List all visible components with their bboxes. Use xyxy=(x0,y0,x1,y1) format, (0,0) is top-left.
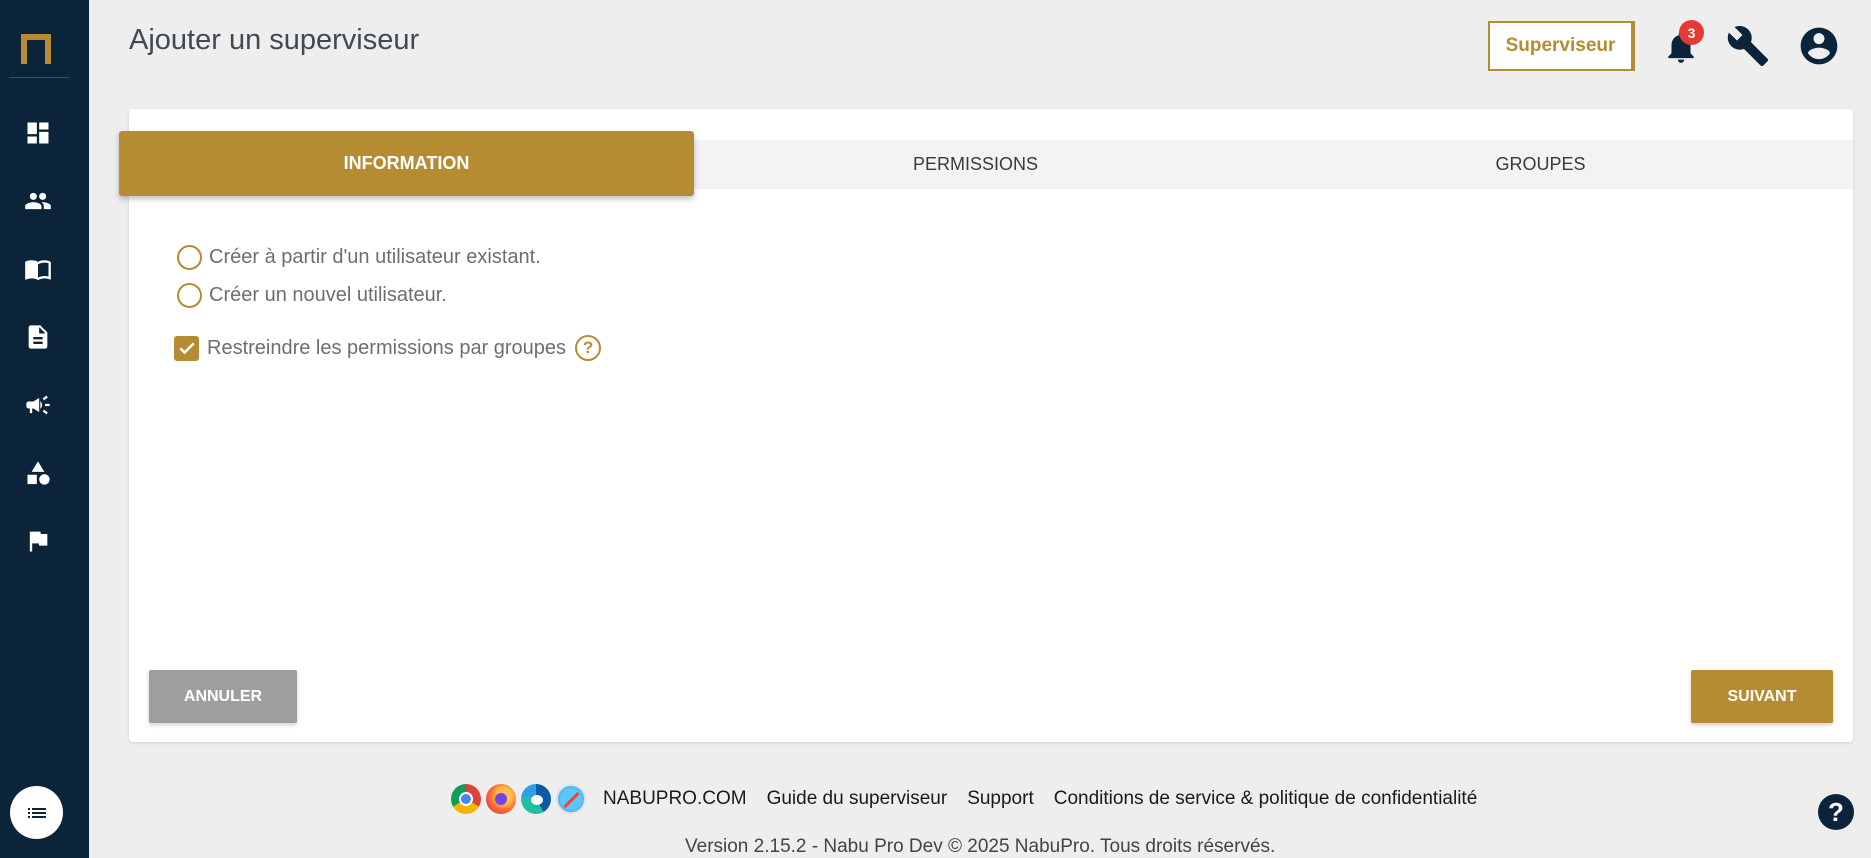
radio-existing-user[interactable]: Créer à partir d'un utilisateur existant… xyxy=(177,245,541,270)
settings-button[interactable] xyxy=(1726,24,1770,68)
next-button[interactable]: SUIVANT xyxy=(1691,670,1833,723)
restrict-permissions-row: Restreindre les permissions par groupes … xyxy=(174,335,602,361)
shapes-icon xyxy=(27,461,50,485)
footer-link-terms[interactable]: Conditions de service & politique de con… xyxy=(1054,788,1478,810)
wrench-icon xyxy=(1727,26,1769,67)
page-title: Ajouter un superviseur xyxy=(129,24,420,56)
flag-icon xyxy=(29,531,48,552)
sidebar-item-users[interactable] xyxy=(22,185,54,217)
radio-label: Créer un nouvel utilisateur. xyxy=(209,284,447,306)
document-icon xyxy=(28,325,48,349)
users-icon xyxy=(25,192,51,210)
sidebar xyxy=(0,0,89,858)
account-circle-icon xyxy=(1800,27,1838,65)
cancel-button[interactable]: ANNULER xyxy=(149,670,297,723)
tab-groupes[interactable]: GROUPES xyxy=(1258,140,1823,189)
safari-icon xyxy=(556,784,586,814)
restrict-permissions-label: Restreindre les permissions par groupes xyxy=(207,336,567,359)
logo[interactable] xyxy=(19,28,59,68)
sidebar-item-dashboard[interactable] xyxy=(22,117,54,149)
sidebar-item-shapes[interactable] xyxy=(22,457,54,489)
sidebar-item-book[interactable] xyxy=(22,253,54,285)
list-icon xyxy=(27,807,46,818)
book-icon xyxy=(25,260,51,281)
help-icon[interactable]: ? xyxy=(575,335,602,361)
dashboard-icon xyxy=(27,122,49,144)
restrict-permissions-checkbox[interactable] xyxy=(174,335,199,361)
campaign-icon xyxy=(26,395,50,415)
radio-button[interactable] xyxy=(177,245,202,270)
footer-links: NABUPRO.COM Guide du superviseur Support… xyxy=(451,782,1477,816)
checkmark-icon xyxy=(178,342,195,355)
menu-toggle-button[interactable] xyxy=(10,786,63,839)
help-button[interactable]: ? xyxy=(1818,794,1854,830)
account-button[interactable] xyxy=(1797,24,1841,68)
radio-label: Créer à partir d'un utilisateur existant… xyxy=(209,246,541,268)
role-button[interactable]: Superviseur xyxy=(1488,21,1635,71)
tab-information[interactable]: INFORMATION xyxy=(119,131,694,196)
radio-new-user[interactable]: Créer un nouvel utilisateur. xyxy=(177,283,447,308)
sidebar-item-flags[interactable] xyxy=(22,525,54,557)
chrome-icon xyxy=(451,784,481,814)
edge-icon xyxy=(521,784,551,814)
radio-button[interactable] xyxy=(177,283,202,308)
footer-link-support[interactable]: Support xyxy=(967,788,1034,810)
sidebar-item-campaigns[interactable] xyxy=(22,389,54,421)
footer-link-guide[interactable]: Guide du superviseur xyxy=(767,788,948,810)
footer-link-nabupro[interactable]: NABUPRO.COM xyxy=(603,788,747,810)
version-text: Version 2.15.2 - Nabu Pro Dev © 2025 Nab… xyxy=(685,836,1276,857)
form-card: PERMISSIONS GROUPES INFORMATION Créer à … xyxy=(119,109,1853,742)
notification-badge: 3 xyxy=(1679,20,1704,45)
tab-permissions[interactable]: PERMISSIONS xyxy=(693,140,1258,189)
firefox-icon xyxy=(486,784,516,814)
sidebar-item-documents[interactable] xyxy=(22,321,54,353)
divider xyxy=(9,77,69,78)
